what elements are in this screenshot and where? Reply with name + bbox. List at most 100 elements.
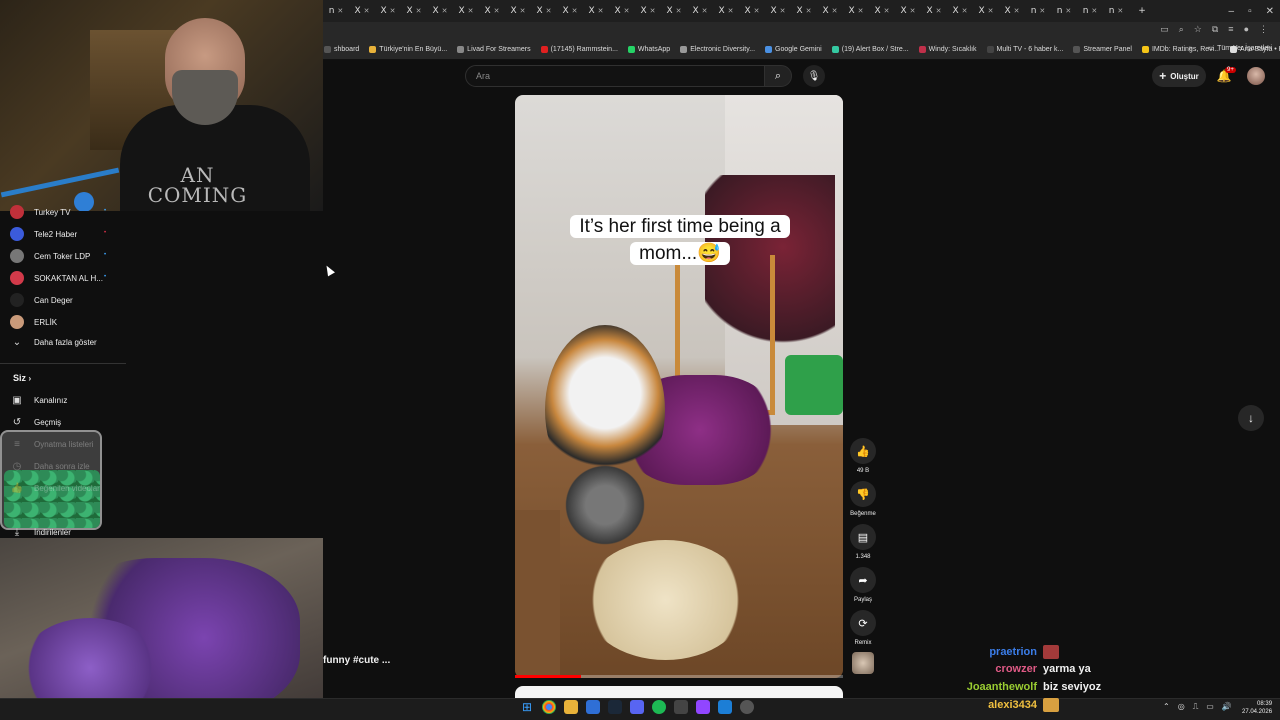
browser-tab[interactable]: X ✕ — [921, 0, 947, 22]
close-icon[interactable]: ✕ — [1266, 6, 1274, 17]
browser-tab[interactable]: X ✕ — [557, 0, 583, 22]
browser-tab[interactable]: X ✕ — [427, 0, 453, 22]
browser-tab[interactable]: X ✕ — [609, 0, 635, 22]
browser-tab[interactable]: X ✕ — [791, 0, 817, 22]
sidebar-item-thumb[interactable]: 👍 Beğenilen videolar — [10, 483, 100, 494]
calculator-icon[interactable] — [674, 700, 688, 714]
browser-tab[interactable]: X ✕ — [375, 0, 401, 22]
network-icon[interactable]: ▭ — [1206, 702, 1214, 712]
tab-close-icon[interactable]: ✕ — [806, 7, 812, 15]
next-video-button[interactable]: ↓ — [1238, 405, 1264, 431]
browser-tab[interactable]: X ✕ — [453, 0, 479, 22]
sidebar-item-clock[interactable]: ◷ Daha sonra izle — [10, 461, 90, 472]
bookmark-item[interactable]: Electronic Diversity... — [680, 46, 755, 53]
browser-tab[interactable]: X ✕ — [973, 0, 999, 22]
tab-close-icon[interactable]: ✕ — [1039, 7, 1045, 15]
taskbar-clock[interactable]: 08:39 27.04.2026 — [1242, 700, 1272, 716]
tab-close-icon[interactable]: ✕ — [832, 7, 838, 15]
share-action[interactable]: ➦ Paylaş — [849, 567, 877, 603]
browser-tab[interactable]: X ✕ — [869, 0, 895, 22]
tab-close-icon[interactable]: ✕ — [416, 7, 422, 15]
tab-close-icon[interactable]: ✕ — [988, 7, 994, 15]
video-title-snippet[interactable]: funny #cute ... — [323, 655, 390, 666]
remix-action[interactable]: ⟳ Remix — [849, 610, 877, 646]
volume-icon[interactable]: 🔊 — [1222, 702, 1232, 712]
tab-close-icon[interactable]: ✕ — [364, 7, 370, 15]
zoom-icon[interactable]: ⌕ — [1179, 24, 1184, 35]
remix-icon[interactable]: ⟳ — [850, 610, 876, 636]
browser-tab[interactable]: X ✕ — [583, 0, 609, 22]
browser-tab[interactable]: X ✕ — [687, 0, 713, 22]
bookmark-item[interactable]: Streamer Panel — [1073, 46, 1132, 53]
chevron-up-icon[interactable]: ⌃ — [1163, 702, 1170, 712]
browser-tab[interactable]: X ✕ — [895, 0, 921, 22]
edge-icon[interactable] — [586, 700, 600, 714]
sidebar-subscription[interactable]: Turkey TV — [10, 205, 70, 219]
discord-icon[interactable] — [630, 700, 644, 714]
tab-close-icon[interactable]: ✕ — [390, 7, 396, 15]
browser-tab[interactable]: X ✕ — [999, 0, 1025, 22]
bookmark-item[interactable]: Windy: Sıcaklık — [918, 46, 977, 53]
browser-tab[interactable]: X ✕ — [843, 0, 869, 22]
windows-start-icon[interactable]: ⊞ — [520, 700, 534, 714]
sidebar-subscription[interactable]: SOKAKTAN AL H... — [10, 271, 103, 285]
new-tab-button[interactable]: + — [1129, 0, 1155, 22]
browser-tab[interactable]: X ✕ — [505, 0, 531, 22]
dislike-action[interactable]: 👎 Beğenme — [849, 481, 877, 517]
tab-close-icon[interactable]: ✕ — [442, 7, 448, 15]
tab-close-icon[interactable]: ✕ — [858, 7, 864, 15]
steam-icon[interactable] — [608, 700, 622, 714]
bookmark-item[interactable]: WhatsApp — [627, 46, 670, 53]
sidebar-subscription[interactable]: Tele2 Haber — [10, 227, 77, 241]
tab-close-icon[interactable]: ✕ — [1014, 7, 1020, 15]
all-bookmarks-link[interactable]: Tüm Yer İşaretleri — [1217, 45, 1272, 52]
cast-icon[interactable]: ▭ — [1160, 24, 1169, 35]
bookmark-item[interactable]: Multi TV - 6 haber k... — [986, 46, 1063, 53]
tab-close-icon[interactable]: ✕ — [728, 7, 734, 15]
share-icon[interactable]: ➦ — [850, 567, 876, 593]
tab-close-icon[interactable]: ✕ — [546, 7, 552, 15]
sidebar-item-playlist[interactable]: ≡ Oynatma listeleri — [10, 439, 94, 450]
browser-tab[interactable]: n ✕ — [1103, 0, 1129, 22]
account-avatar[interactable] — [1247, 67, 1265, 85]
tab-close-icon[interactable]: ✕ — [650, 7, 656, 15]
bookmarks-more-icon[interactable]: » — [1189, 45, 1193, 52]
maximize-icon[interactable]: ▫ — [1248, 6, 1252, 17]
browser-tab[interactable]: X ✕ — [349, 0, 375, 22]
sidebar-subscription[interactable]: Can Deger — [10, 293, 73, 307]
twitch-icon[interactable] — [696, 700, 710, 714]
browser-tab[interactable]: X ✕ — [713, 0, 739, 22]
bookmark-item[interactable]: shboard — [324, 46, 359, 53]
tab-close-icon[interactable]: ✕ — [962, 7, 968, 15]
tab-close-icon[interactable]: ✕ — [676, 7, 682, 15]
app-icon[interactable] — [718, 700, 732, 714]
tab-close-icon[interactable]: ✕ — [337, 7, 343, 15]
obs-icon[interactable] — [740, 700, 754, 714]
like-action[interactable]: 👍 49 B — [849, 438, 877, 474]
tab-close-icon[interactable]: ✕ — [780, 7, 786, 15]
bookmark-item[interactable]: (17145) Rammstein... — [540, 46, 618, 53]
sidebar-item-person-box[interactable]: ▣ Kanalınız — [10, 395, 67, 406]
tab-close-icon[interactable]: ✕ — [1065, 7, 1071, 15]
tab-close-icon[interactable]: ✕ — [702, 7, 708, 15]
tab-close-icon[interactable]: ✕ — [520, 7, 526, 15]
menu-icon[interactable]: ⋮ — [1259, 24, 1268, 35]
tab-close-icon[interactable]: ✕ — [598, 7, 604, 15]
next-short-card[interactable] — [515, 686, 843, 698]
browser-tab[interactable]: X ✕ — [947, 0, 973, 22]
browser-tab[interactable]: n ✕ — [1077, 0, 1103, 22]
tab-close-icon[interactable]: ✕ — [754, 7, 760, 15]
sidebar-item-history[interactable]: ↺ Geçmiş — [10, 417, 61, 428]
browser-tab[interactable]: n ✕ — [1051, 0, 1077, 22]
comment-icon[interactable]: ▤ — [850, 524, 876, 550]
browser-tab[interactable]: X ✕ — [817, 0, 843, 22]
tab-close-icon[interactable]: ✕ — [936, 7, 942, 15]
tab-close-icon[interactable]: ✕ — [1117, 7, 1123, 15]
mic-tray-icon[interactable]: ⎍ — [1193, 702, 1199, 712]
sidebar-subscription[interactable]: Cem Toker LDP — [10, 249, 90, 263]
media-icon[interactable]: ≡ — [1228, 24, 1233, 35]
spotify-icon[interactable] — [652, 700, 666, 714]
tab-close-icon[interactable]: ✕ — [494, 7, 500, 15]
shorts-video-player[interactable] — [515, 95, 843, 678]
browser-tab[interactable]: X ✕ — [635, 0, 661, 22]
